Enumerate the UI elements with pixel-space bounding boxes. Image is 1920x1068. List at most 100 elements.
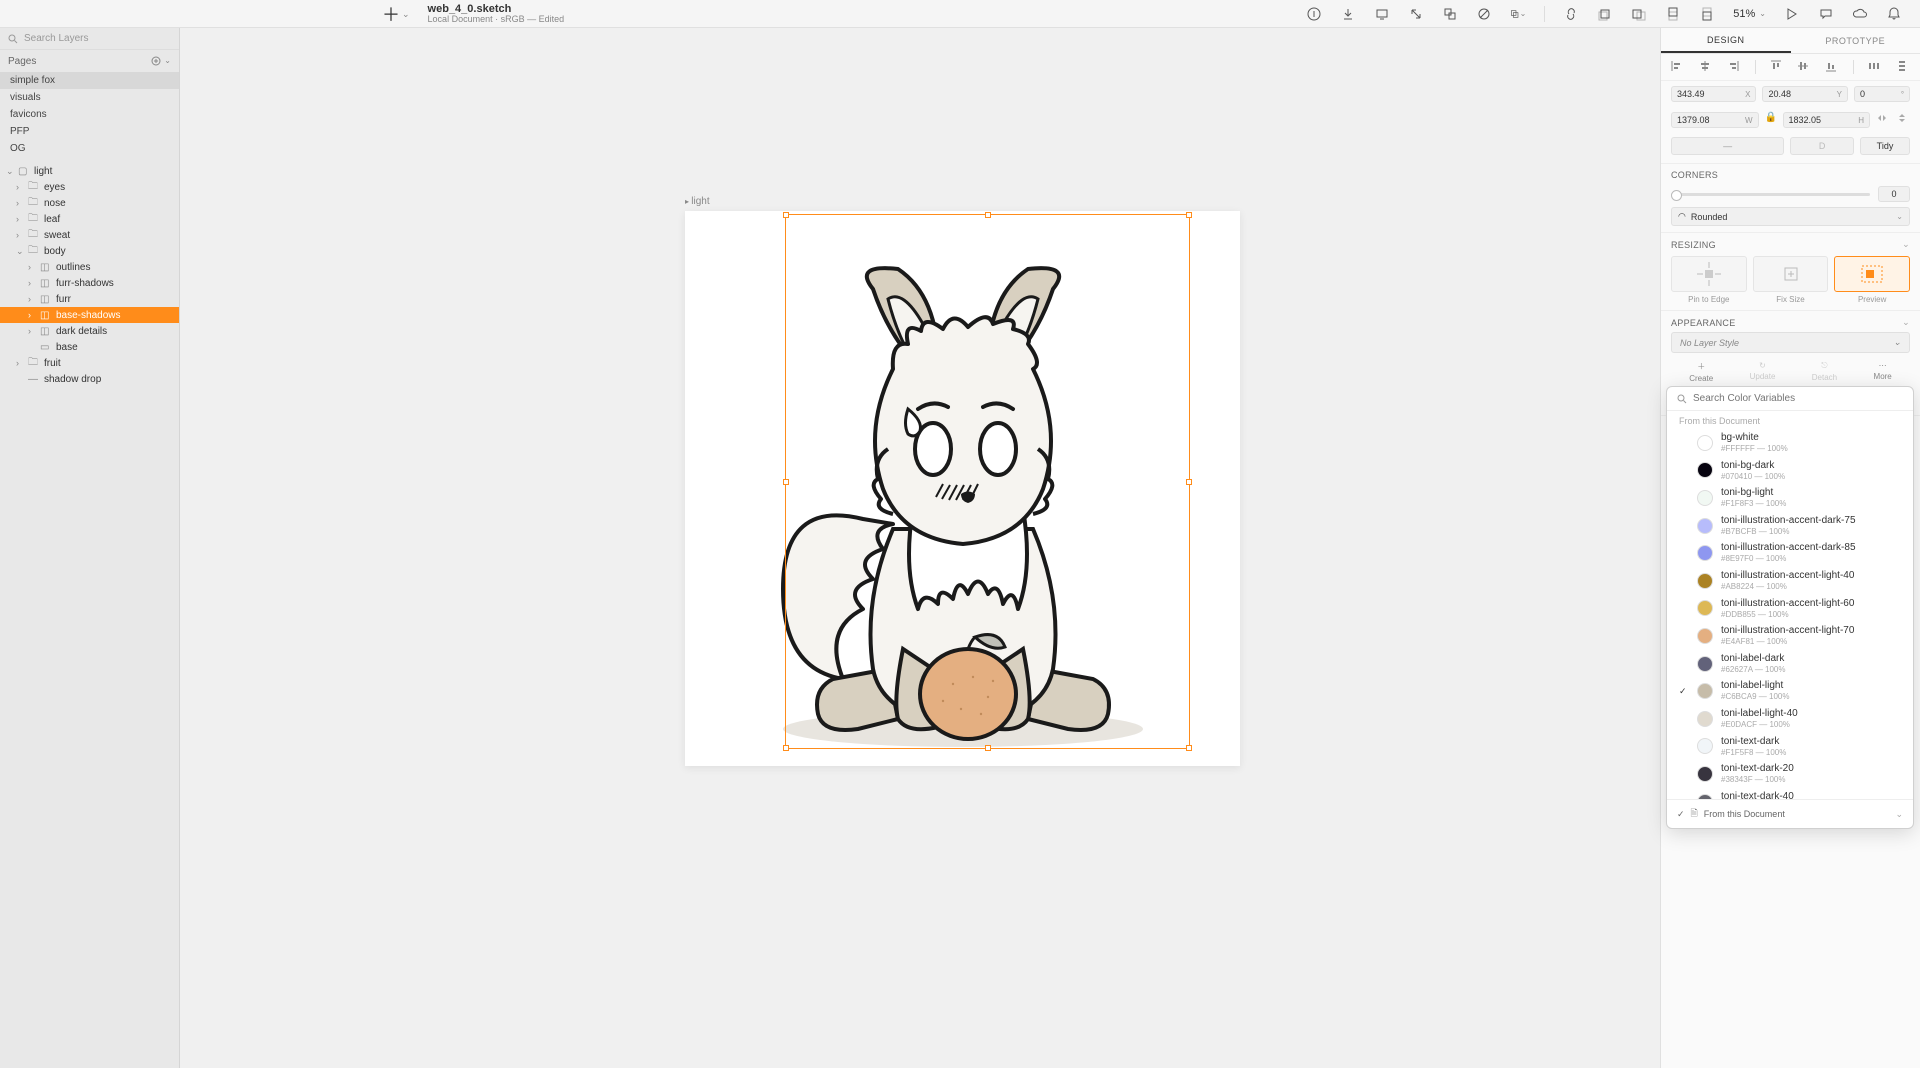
chevron-icon[interactable]: ›	[16, 198, 24, 208]
align-vcenter-icon[interactable]	[1797, 60, 1811, 74]
page-item[interactable]: simple fox	[0, 72, 179, 89]
tidy-gap-field[interactable]: —	[1671, 137, 1784, 155]
layer-row[interactable]: ⌄🗀body	[0, 243, 179, 259]
resize-handle-tr[interactable]	[1186, 212, 1192, 218]
color-variable-item[interactable]: toni-text-dark-20#38343F — 100%	[1667, 760, 1913, 788]
align-left-icon[interactable]	[1671, 60, 1685, 74]
x-field[interactable]: 343.49X	[1671, 86, 1756, 102]
stack-backward-icon[interactable]	[1699, 6, 1715, 22]
chevron-icon[interactable]: ›	[16, 214, 24, 224]
color-popover-footer[interactable]: ✓ 🗎 From this Document ⌄	[1667, 799, 1913, 828]
resize-handle-br[interactable]	[1186, 745, 1192, 751]
color-variable-item[interactable]: ✓toni-label-light#C6BCA9 — 100%	[1667, 677, 1913, 705]
boolean-icon[interactable]: ⌄	[1510, 6, 1526, 22]
color-variable-item[interactable]: toni-illustration-accent-dark-85#8E97F0 …	[1667, 539, 1913, 567]
page-item[interactable]: PFP	[0, 123, 179, 140]
color-variable-item[interactable]: toni-illustration-accent-dark-75#B7BCFB …	[1667, 512, 1913, 540]
add-page-button[interactable]: ⌄	[151, 56, 171, 66]
distribute-h-icon[interactable]	[1868, 60, 1882, 74]
export-icon[interactable]	[1340, 6, 1356, 22]
color-variable-item[interactable]: toni-illustration-accent-light-70#E4AF81…	[1667, 622, 1913, 650]
color-variable-item[interactable]: toni-label-dark#62627A — 100%	[1667, 650, 1913, 678]
layer-row[interactable]: ›◫dark details	[0, 323, 179, 339]
align-hcenter-icon[interactable]	[1699, 60, 1713, 74]
fix-size-control[interactable]	[1753, 256, 1829, 292]
chevron-down-icon[interactable]: ⌄	[6, 166, 14, 177]
forward-icon[interactable]	[1597, 6, 1613, 22]
bell-icon[interactable]	[1886, 6, 1902, 22]
tab-design[interactable]: DESIGN	[1661, 28, 1791, 53]
page-item[interactable]: favicons	[0, 106, 179, 123]
layer-row[interactable]: ›🗀sweat	[0, 227, 179, 243]
page-item[interactable]: visuals	[0, 89, 179, 106]
color-search-input[interactable]	[1693, 393, 1903, 404]
layer-row[interactable]: ›🗀nose	[0, 195, 179, 211]
corner-radius-value[interactable]: 0	[1878, 186, 1910, 202]
resize-handle-tm[interactable]	[985, 212, 991, 218]
layer-row[interactable]: ›🗀leaf	[0, 211, 179, 227]
color-search-field[interactable]	[1667, 387, 1913, 411]
y-field[interactable]: 20.48Y	[1762, 86, 1847, 102]
tab-prototype[interactable]: PROTOTYPE	[1791, 28, 1920, 53]
toolbar-icon-1[interactable]	[1306, 6, 1322, 22]
cloud-icon[interactable]	[1852, 6, 1868, 22]
pin-to-edge-control[interactable]	[1671, 256, 1747, 292]
insert-button[interactable]: ＋⌄	[382, 1, 410, 27]
artboard-label[interactable]: light	[685, 196, 710, 207]
layer-row[interactable]: ›◫outlines	[0, 259, 179, 275]
align-right-icon[interactable]	[1727, 60, 1741, 74]
flip-h-icon[interactable]	[1876, 112, 1890, 126]
tidy-button[interactable]: Tidy	[1860, 137, 1910, 155]
presentation-icon[interactable]	[1374, 6, 1390, 22]
height-field[interactable]: 1832.05H	[1783, 112, 1871, 128]
layer-row[interactable]: ›◫furr-shadows	[0, 275, 179, 291]
corner-radius-slider[interactable]	[1671, 193, 1870, 196]
layer-row[interactable]: —shadow drop	[0, 371, 179, 387]
layer-row[interactable]: ›◫furr	[0, 291, 179, 307]
zoom-control[interactable]: 51% ⌄	[1733, 8, 1766, 20]
corner-type-select[interactable]: ◠Rounded⌄	[1671, 207, 1910, 226]
color-variable-item[interactable]: toni-text-dark#F1F5F8 — 100%	[1667, 733, 1913, 761]
resize-handle-lm[interactable]	[783, 479, 789, 485]
backward-icon[interactable]	[1631, 6, 1647, 22]
symbol-icon[interactable]	[1442, 6, 1458, 22]
page-item[interactable]: OG	[0, 140, 179, 157]
color-variable-item[interactable]: toni-bg-dark#070410 — 100%	[1667, 457, 1913, 485]
chevron-icon[interactable]: ⌄	[16, 246, 24, 257]
search-layers-input[interactable]: Search Layers	[0, 28, 179, 50]
flip-v-icon[interactable]	[1896, 112, 1910, 126]
distribute-v-icon[interactable]	[1896, 60, 1910, 74]
resize-handle-rm[interactable]	[1186, 479, 1192, 485]
layer-style-select[interactable]: No Layer Style⌄	[1671, 332, 1910, 353]
align-bottom-icon[interactable]	[1825, 60, 1839, 74]
play-icon[interactable]	[1784, 6, 1800, 22]
resize-handle-tl[interactable]	[783, 212, 789, 218]
color-variable-item[interactable]: toni-text-dark-40#64646D — 100%	[1667, 788, 1913, 799]
resize-handle-bl[interactable]	[783, 745, 789, 751]
chevron-icon[interactable]: ›	[16, 182, 24, 192]
layer-row[interactable]: ›◫base-shadows	[0, 307, 179, 323]
color-variable-item[interactable]: toni-illustration-accent-light-40#AB8224…	[1667, 567, 1913, 595]
layer-row[interactable]: ›🗀eyes	[0, 179, 179, 195]
canvas[interactable]: light	[180, 56, 1660, 1068]
rotation-field[interactable]: 0°	[1854, 86, 1910, 102]
stack-forward-icon[interactable]	[1665, 6, 1681, 22]
chevron-icon[interactable]: ›	[16, 358, 24, 368]
lock-aspect-icon[interactable]: 🔒	[1765, 112, 1777, 128]
more-style-button[interactable]: ⋯More	[1874, 361, 1892, 383]
width-field[interactable]: 1379.08W	[1671, 112, 1759, 128]
color-variable-item[interactable]: toni-label-light-40#E0DACF — 100%	[1667, 705, 1913, 733]
color-variable-item[interactable]: bg-white#FFFFFF — 100%	[1667, 429, 1913, 457]
chevron-icon[interactable]: ›	[28, 294, 36, 304]
chevron-icon[interactable]: ›	[28, 326, 36, 336]
color-variable-item[interactable]: toni-bg-light#F1F8F3 — 100%	[1667, 484, 1913, 512]
layer-row[interactable]: ▭base	[0, 339, 179, 355]
layer-row[interactable]: ›🗀fruit	[0, 355, 179, 371]
chevron-icon[interactable]: ›	[28, 278, 36, 288]
chevron-icon[interactable]: ›	[28, 262, 36, 272]
comment-icon[interactable]	[1818, 6, 1834, 22]
create-style-button[interactable]: ＋Create	[1689, 361, 1713, 383]
chevron-icon[interactable]: ›	[16, 230, 24, 240]
color-variable-item[interactable]: toni-illustration-accent-light-60#DDB855…	[1667, 595, 1913, 623]
chevron-icon[interactable]: ›	[28, 310, 36, 320]
